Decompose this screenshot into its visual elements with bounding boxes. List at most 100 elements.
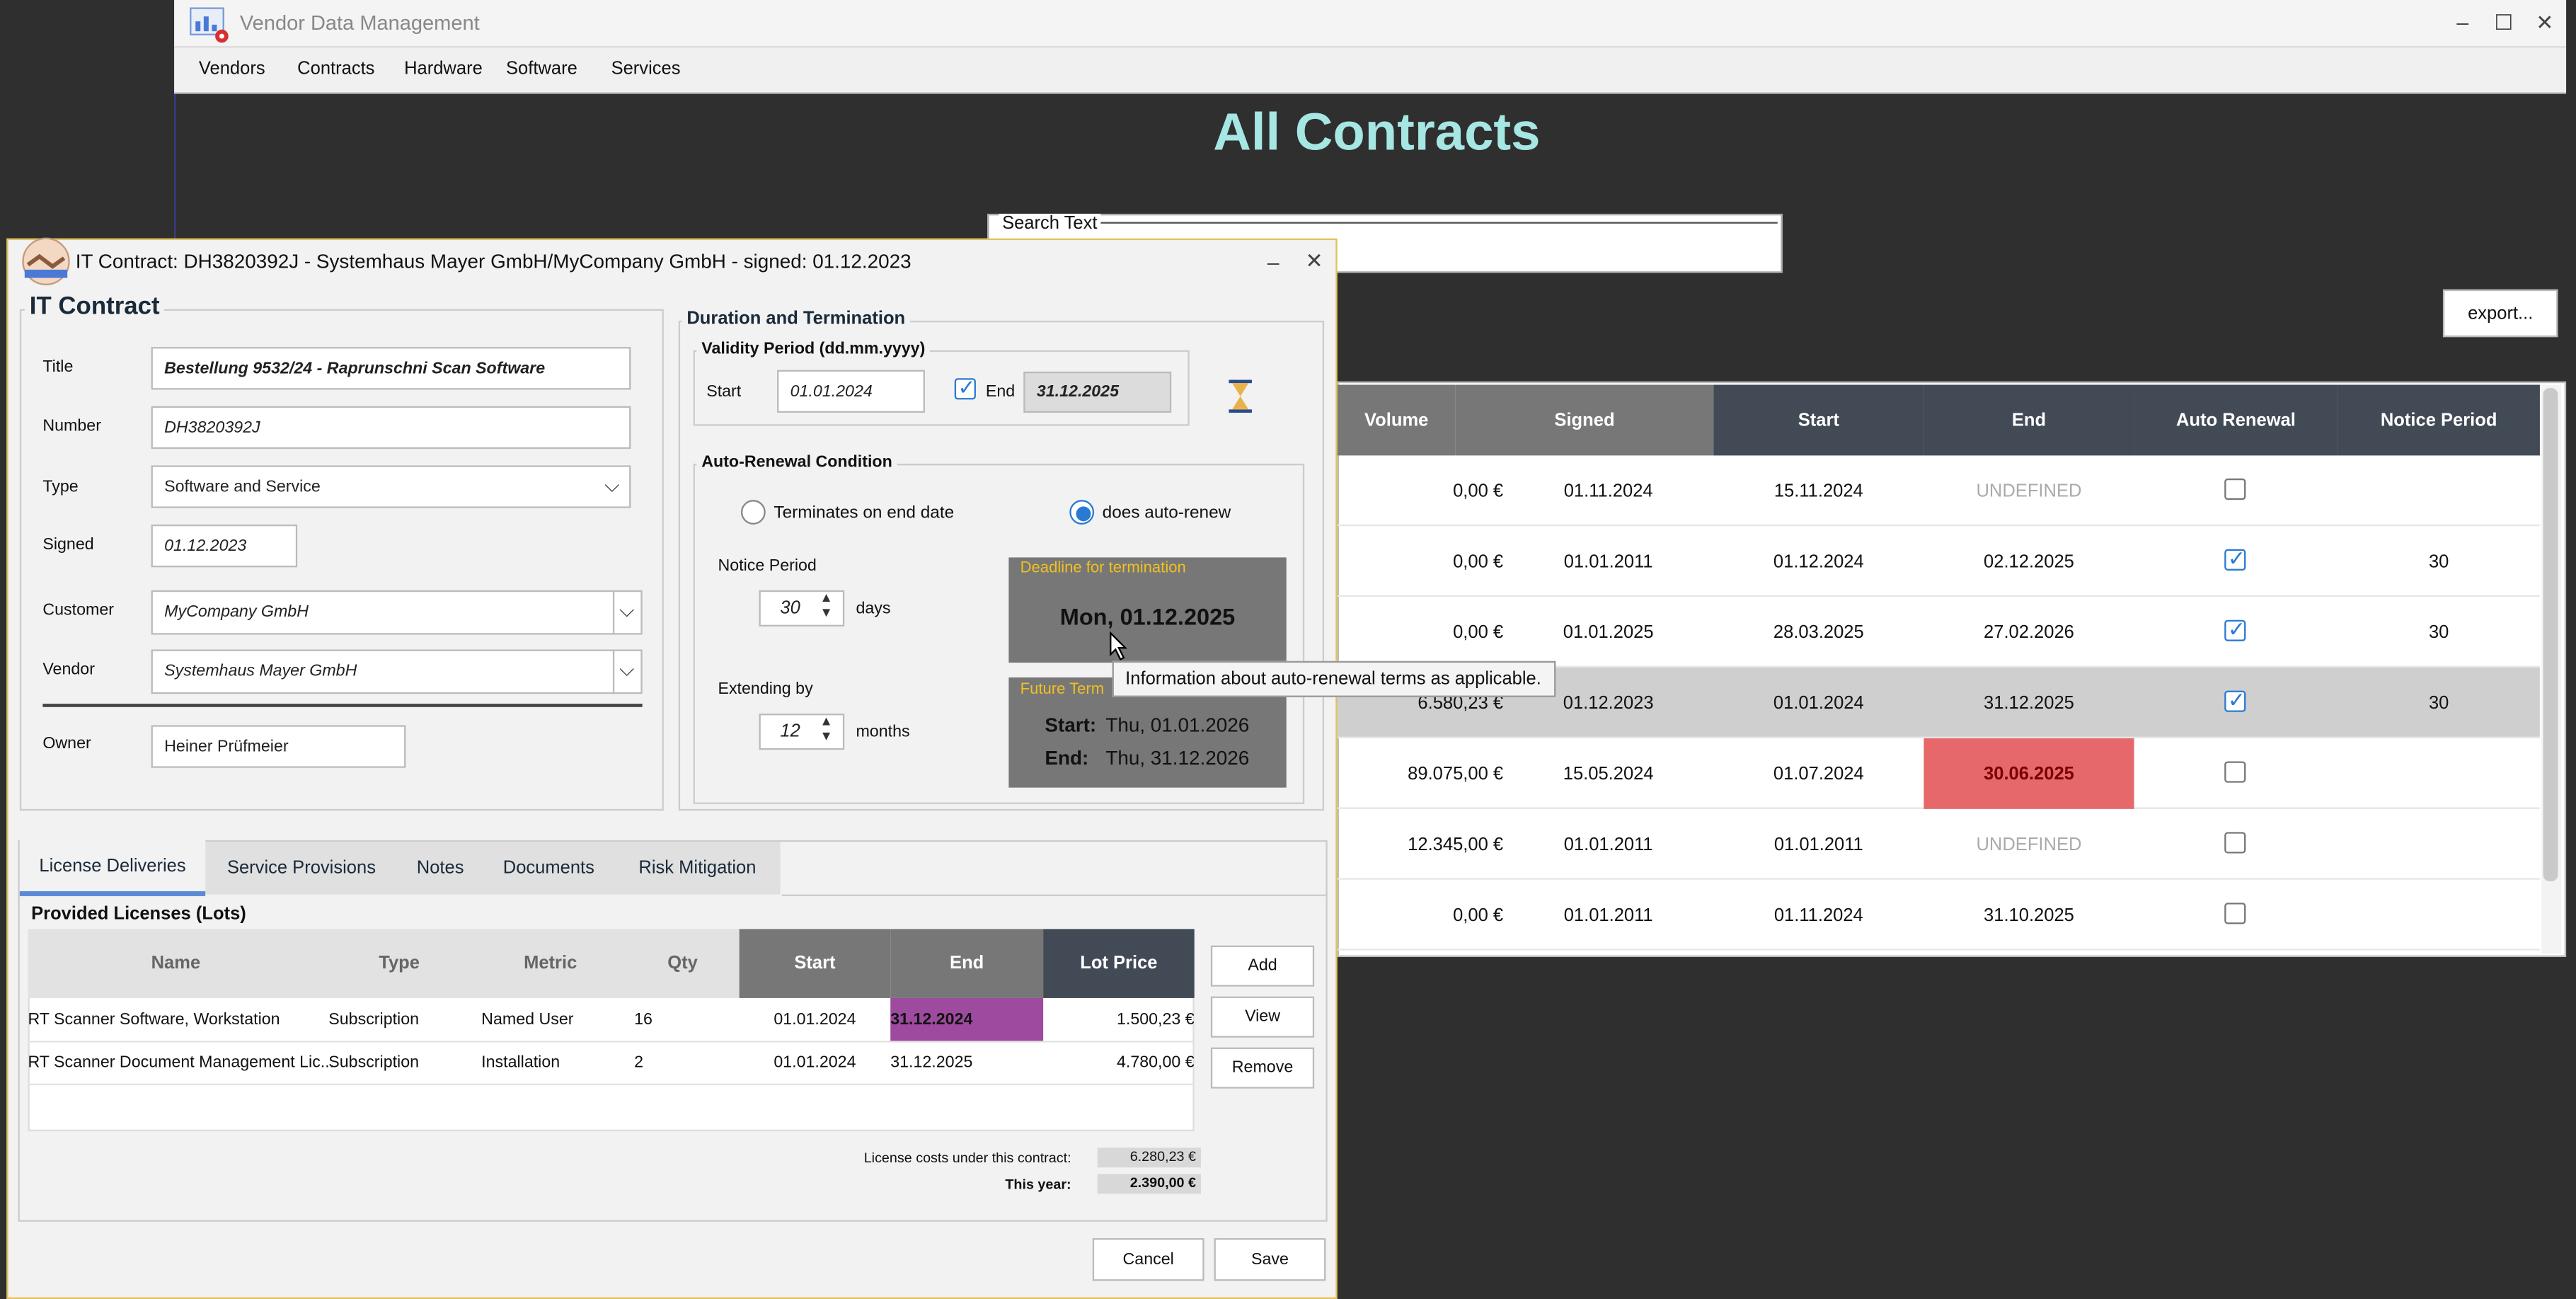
notice-period-label: Notice Period: [718, 557, 817, 576]
type-label: Type: [42, 478, 79, 497]
customer-select[interactable]: MyCompany GmbH: [151, 590, 643, 635]
menu-contracts[interactable]: Contracts: [297, 59, 374, 79]
validity-title: Validity Period (dd.mm.yyyy): [696, 340, 931, 359]
radio-dot: [1076, 506, 1091, 522]
lic-price: 1.500,23 €: [1116, 1010, 1195, 1029]
dialog-minimize-icon[interactable]: –: [1260, 250, 1287, 275]
lic-price: 4.780,00 €: [1116, 1053, 1195, 1072]
maximize-icon[interactable]: ☐: [2490, 10, 2517, 36]
chevron-down-icon[interactable]: ⌵: [604, 474, 619, 498]
owner-label: Owner: [42, 735, 91, 753]
cell-start: 01.12.2024: [1773, 551, 1864, 572]
menu-vendors[interactable]: Vendors: [199, 59, 265, 79]
cell-end: UNDEFINED: [1976, 834, 2082, 854]
cell-notice: 30: [2428, 551, 2449, 572]
cancel-button[interactable]: Cancel: [1092, 1238, 1204, 1281]
app-title: Vendor Data Management: [239, 11, 480, 35]
auto-renewal-title: Auto-Renewal Condition: [696, 454, 897, 472]
type-select[interactable]: Software and Service: [151, 465, 631, 508]
validity-end-field[interactable]: 31.12.2025: [1023, 371, 1172, 413]
col-volume[interactable]: Volume: [1337, 384, 1456, 456]
lic-col-end[interactable]: End: [890, 929, 1044, 998]
row-divider: [28, 1083, 1195, 1086]
lic-qty: 2: [634, 1053, 643, 1072]
col-end[interactable]: End: [1924, 384, 2134, 456]
tab-risk-mitigation[interactable]: Risk Mitigation: [614, 840, 780, 896]
menu-services[interactable]: Services: [611, 59, 681, 79]
close-icon[interactable]: ✕: [2531, 10, 2558, 36]
lic-col-metric[interactable]: Metric: [475, 929, 626, 998]
deadline-value: Mon, 01.12.2025: [1059, 603, 1236, 630]
start-label: Start: [706, 383, 742, 401]
lic-col-name[interactable]: Name: [28, 929, 323, 998]
lic-col-qty[interactable]: Qty: [626, 929, 739, 998]
view-button[interactable]: View: [1210, 996, 1315, 1038]
col-auto-renewal[interactable]: Auto Renewal: [2134, 384, 2338, 456]
cell-volume: 0,00 €: [1453, 905, 1504, 925]
future-term-title: Future Term: [1020, 680, 1105, 699]
mouse-cursor-icon: [1109, 631, 1129, 661]
stepper-arrows-icon[interactable]: ▲ ▼: [820, 714, 832, 743]
auto-renewal-checkbox[interactable]: [2224, 832, 2246, 854]
menu-hardware[interactable]: Hardware: [404, 59, 483, 79]
title-bar: [174, 0, 2567, 48]
menu-software[interactable]: Software: [506, 59, 577, 79]
save-button[interactable]: Save: [1214, 1238, 1326, 1281]
cell-notice: 30: [2428, 693, 2449, 713]
vendor-select[interactable]: Systemhaus Mayer GmbH: [151, 649, 643, 694]
minimize-icon[interactable]: –: [2449, 10, 2476, 35]
number-field[interactable]: DH3820392J: [151, 406, 631, 450]
vendor-label: Vendor: [42, 660, 95, 680]
signed-field[interactable]: 01.12.2023: [151, 524, 298, 568]
vendor-divider: [612, 649, 615, 694]
auto-renewal-checkbox[interactable]: [2224, 761, 2246, 783]
tab-service-provisions[interactable]: Service Provisions: [205, 840, 398, 896]
lic-metric: Named User: [481, 1010, 574, 1029]
notice-unit: days: [856, 600, 891, 619]
dialog-close-icon[interactable]: ✕: [1301, 248, 1328, 275]
col-notice-period[interactable]: Notice Period: [2338, 384, 2540, 456]
cell-end: UNDEFINED: [1976, 481, 2082, 501]
lic-end: 31.12.2025: [890, 1053, 973, 1072]
cell-volume: 0,00 €: [1453, 481, 1504, 501]
page-title: All Contracts: [1213, 102, 1541, 161]
app-logo-icon: [189, 5, 231, 45]
remove-button[interactable]: Remove: [1210, 1047, 1315, 1089]
signed-label: Signed: [42, 536, 94, 554]
chevron-down-icon[interactable]: ⌵: [619, 658, 634, 682]
col-start[interactable]: Start: [1713, 384, 1924, 456]
validity-start-field[interactable]: 01.01.2024: [777, 370, 925, 413]
end-checkbox[interactable]: [954, 375, 976, 401]
tab-license-deliveries[interactable]: License Deliveries: [19, 840, 206, 896]
lic-col-price[interactable]: Lot Price: [1043, 929, 1195, 998]
export-button[interactable]: export...: [2442, 289, 2558, 338]
owner-field[interactable]: Heiner Prüfmeier: [151, 725, 406, 768]
auto-renewal-checkbox[interactable]: [2224, 687, 2246, 714]
chevron-down-icon[interactable]: ⌵: [619, 598, 634, 623]
cell-notice: 30: [2428, 622, 2449, 643]
col-signed[interactable]: Signed: [1455, 384, 1714, 456]
hourglass-icon[interactable]: [1224, 378, 1256, 414]
auto-renewal-checkbox[interactable]: [2224, 617, 2246, 643]
number-label: Number: [42, 417, 101, 436]
lic-end-expired: 31.12.2024: [890, 997, 1044, 1041]
auto-renewal-checkbox[interactable]: [2224, 478, 2246, 500]
auto-renewal-checkbox[interactable]: [2224, 546, 2246, 572]
cell-volume: 12.345,00 €: [1408, 834, 1504, 854]
lic-col-start[interactable]: Start: [739, 929, 891, 998]
search-label: Search Text: [999, 213, 1101, 234]
tab-documents[interactable]: Documents: [483, 840, 615, 896]
cell-notice: [2338, 880, 2540, 951]
tab-strip-line: [782, 894, 1326, 896]
stepper-arrows-icon[interactable]: ▲ ▼: [820, 590, 832, 620]
add-button[interactable]: Add: [1210, 945, 1315, 987]
radio-autorenew-label: does auto-renew: [1102, 503, 1231, 523]
lic-col-type[interactable]: Type: [323, 929, 475, 998]
cell-start: 28.03.2025: [1773, 622, 1864, 643]
radio-terminates[interactable]: [740, 500, 766, 525]
scrollbar-thumb[interactable]: [2543, 388, 2558, 882]
auto-renewal-checkbox[interactable]: [2224, 903, 2246, 925]
title-field[interactable]: Bestellung 9532/24 - Raprunschni Scan So…: [151, 347, 631, 390]
tab-notes[interactable]: Notes: [398, 840, 483, 896]
cell-end-expired: 30.06.2025: [1924, 738, 2134, 809]
